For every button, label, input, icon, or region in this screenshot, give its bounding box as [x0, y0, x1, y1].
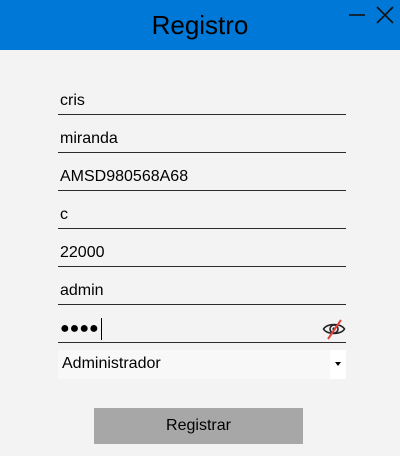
codigo-postal-input[interactable] [60, 242, 320, 264]
campo-4-field [58, 200, 346, 229]
minimize-icon[interactable] [346, 4, 368, 26]
nombre-field [58, 86, 346, 115]
dropdown-arrow-icon[interactable] [330, 350, 346, 379]
register-button[interactable]: Registrar [94, 408, 303, 444]
eye-slash-icon[interactable] [322, 318, 346, 340]
password-input[interactable]: ●●●● [60, 320, 99, 338]
role-select-value: Administrador [62, 355, 161, 372]
title-bar: Registro [0, 0, 400, 50]
curp-field [58, 162, 346, 191]
curp-input[interactable] [60, 166, 320, 188]
close-icon[interactable] [374, 4, 396, 26]
nombre-input[interactable] [60, 90, 320, 112]
apellido-input[interactable] [60, 128, 320, 150]
apellido-field [58, 124, 346, 153]
password-field[interactable]: ●●●● [58, 314, 346, 343]
campo-4-input[interactable] [60, 204, 320, 226]
usuario-field [58, 276, 346, 305]
role-select[interactable]: Administrador [58, 350, 346, 379]
window-title: Registro [151, 10, 249, 40]
usuario-input[interactable] [60, 280, 320, 302]
text-caret [101, 318, 102, 340]
codigo-postal-field [58, 238, 346, 267]
